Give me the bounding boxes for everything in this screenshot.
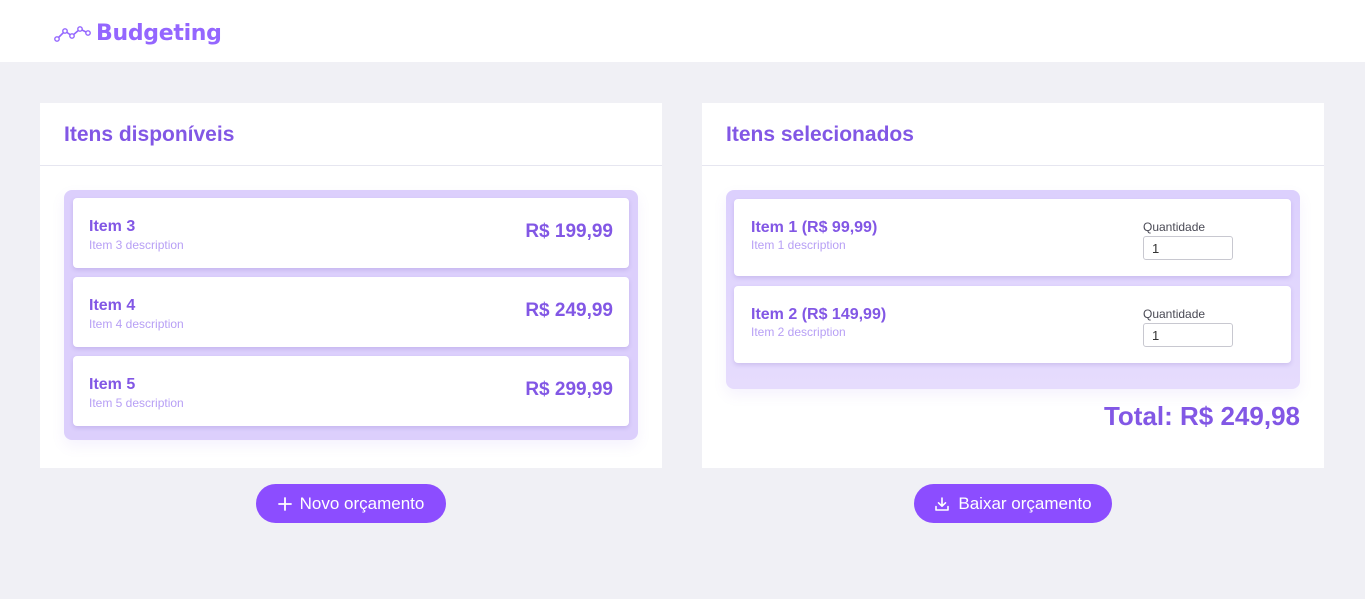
logo-text: Budgeting <box>96 20 222 46</box>
available-items-list: Item 3 Item 3 description R$ 199,99 Item… <box>64 190 638 440</box>
item-description: Item 3 description <box>89 238 184 252</box>
divider <box>702 165 1324 166</box>
available-item-card[interactable]: Item 5 Item 5 description R$ 299,99 <box>73 356 629 426</box>
item-price: R$ 249,99 <box>525 300 613 321</box>
selected-items-title: Itens selecionados <box>726 123 914 146</box>
item-name: Item 1 (R$ 99,99) <box>751 219 878 236</box>
divider <box>40 165 662 166</box>
app-logo[interactable]: Budgeting <box>54 18 222 48</box>
available-items-title: Itens disponíveis <box>64 123 235 146</box>
available-item-card[interactable]: Item 4 Item 4 description R$ 249,99 <box>73 277 629 347</box>
selected-item-card[interactable]: Item 1 (R$ 99,99) Item 1 description Qua… <box>734 199 1291 276</box>
item-name: Item 3 <box>89 218 136 235</box>
selected-item-card[interactable]: Item 2 (R$ 149,99) Item 2 description Qu… <box>734 286 1291 363</box>
plus-icon <box>277 496 292 511</box>
item-name: Item 4 <box>89 297 136 314</box>
new-budget-button[interactable]: Novo orçamento <box>256 484 446 523</box>
budget-total: Total: R$ 249,98 <box>1103 401 1300 431</box>
download-budget-label: Baixar orçamento <box>958 493 1092 513</box>
download-icon <box>934 496 950 512</box>
item-description: Item 2 description <box>751 325 846 339</box>
item-description: Item 5 description <box>89 396 184 410</box>
item-name: Item 5 <box>89 376 136 393</box>
available-items-panel: Itens disponíveis Item 3 Item 3 descript… <box>40 103 662 468</box>
item-price: R$ 299,99 <box>525 379 613 400</box>
quantity-input[interactable] <box>1143 236 1233 260</box>
app-header: Budgeting <box>0 0 1365 62</box>
item-description: Item 1 description <box>751 238 846 252</box>
download-budget-button[interactable]: Baixar orçamento <box>914 484 1112 523</box>
selected-items-panel: Itens selecionados Item 1 (R$ 99,99) Ite… <box>702 103 1324 468</box>
quantity-input[interactable] <box>1143 323 1233 347</box>
item-description: Item 4 description <box>89 317 184 331</box>
quantity-label: Quantidade <box>1143 307 1206 321</box>
item-price: R$ 199,99 <box>525 221 613 242</box>
quantity-label: Quantidade <box>1143 220 1206 234</box>
item-name: Item 2 (R$ 149,99) <box>751 306 887 323</box>
new-budget-label: Novo orçamento <box>299 493 425 513</box>
available-item-card[interactable]: Item 3 Item 3 description R$ 199,99 <box>73 198 629 268</box>
selected-items-list: Item 1 (R$ 99,99) Item 1 description Qua… <box>726 190 1300 389</box>
trend-line-icon <box>54 23 92 43</box>
